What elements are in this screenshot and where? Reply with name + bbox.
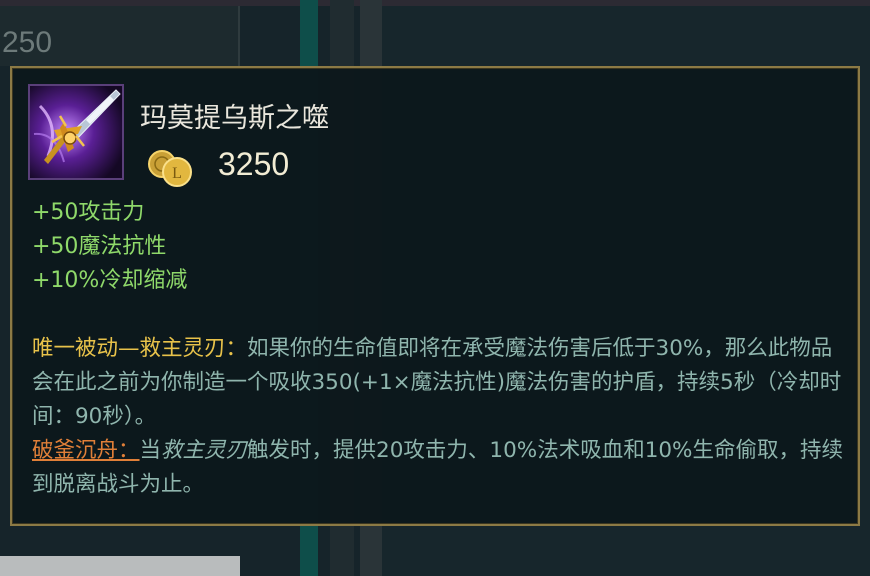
passive-label: 破釜沉舟： [32,438,140,463]
background-bottom-bar [0,556,240,576]
passive-reference: 救主灵刃 [161,438,248,463]
passive-label: 唯一被动—救主灵刃： [32,336,248,361]
background-corner-number: 250 [2,26,53,59]
item-stats: +50攻击力 +50魔法抗性 +10%冷却缩减 [32,196,187,298]
background-left-panel: 250 [0,6,240,66]
item-price: 3250 [218,146,290,182]
passive-description: 破釜沉舟：当救主灵刃触发时，提供20攻击力、10%法术吸血和10%生命偷取，持续… [32,434,844,502]
passive-text: 当 [139,438,162,463]
stat-line: +10%冷却缩减 [32,268,188,293]
stat-line: +50攻击力 [32,200,145,225]
item-description: 唯一被动—救主灵刃：如果你的生命值即将在承受魔法伤害后低于30%，那么此物品会在… [32,332,844,502]
item-name: 玛莫提乌斯之噬 [140,103,329,134]
item-icon-sword [28,84,124,180]
item-tooltip: 玛莫提乌斯之噬 L 3250 +50攻击力 +50魔法抗性 +10%冷却缩减 唯… [10,66,860,526]
stat-line: +50魔法抗性 [32,234,167,259]
passive-description: 唯一被动—救主灵刃：如果你的生命值即将在承受魔法伤害后低于30%，那么此物品会在… [32,332,844,434]
svg-text:L: L [172,165,182,182]
gold-coin-icon: L [146,148,194,188]
